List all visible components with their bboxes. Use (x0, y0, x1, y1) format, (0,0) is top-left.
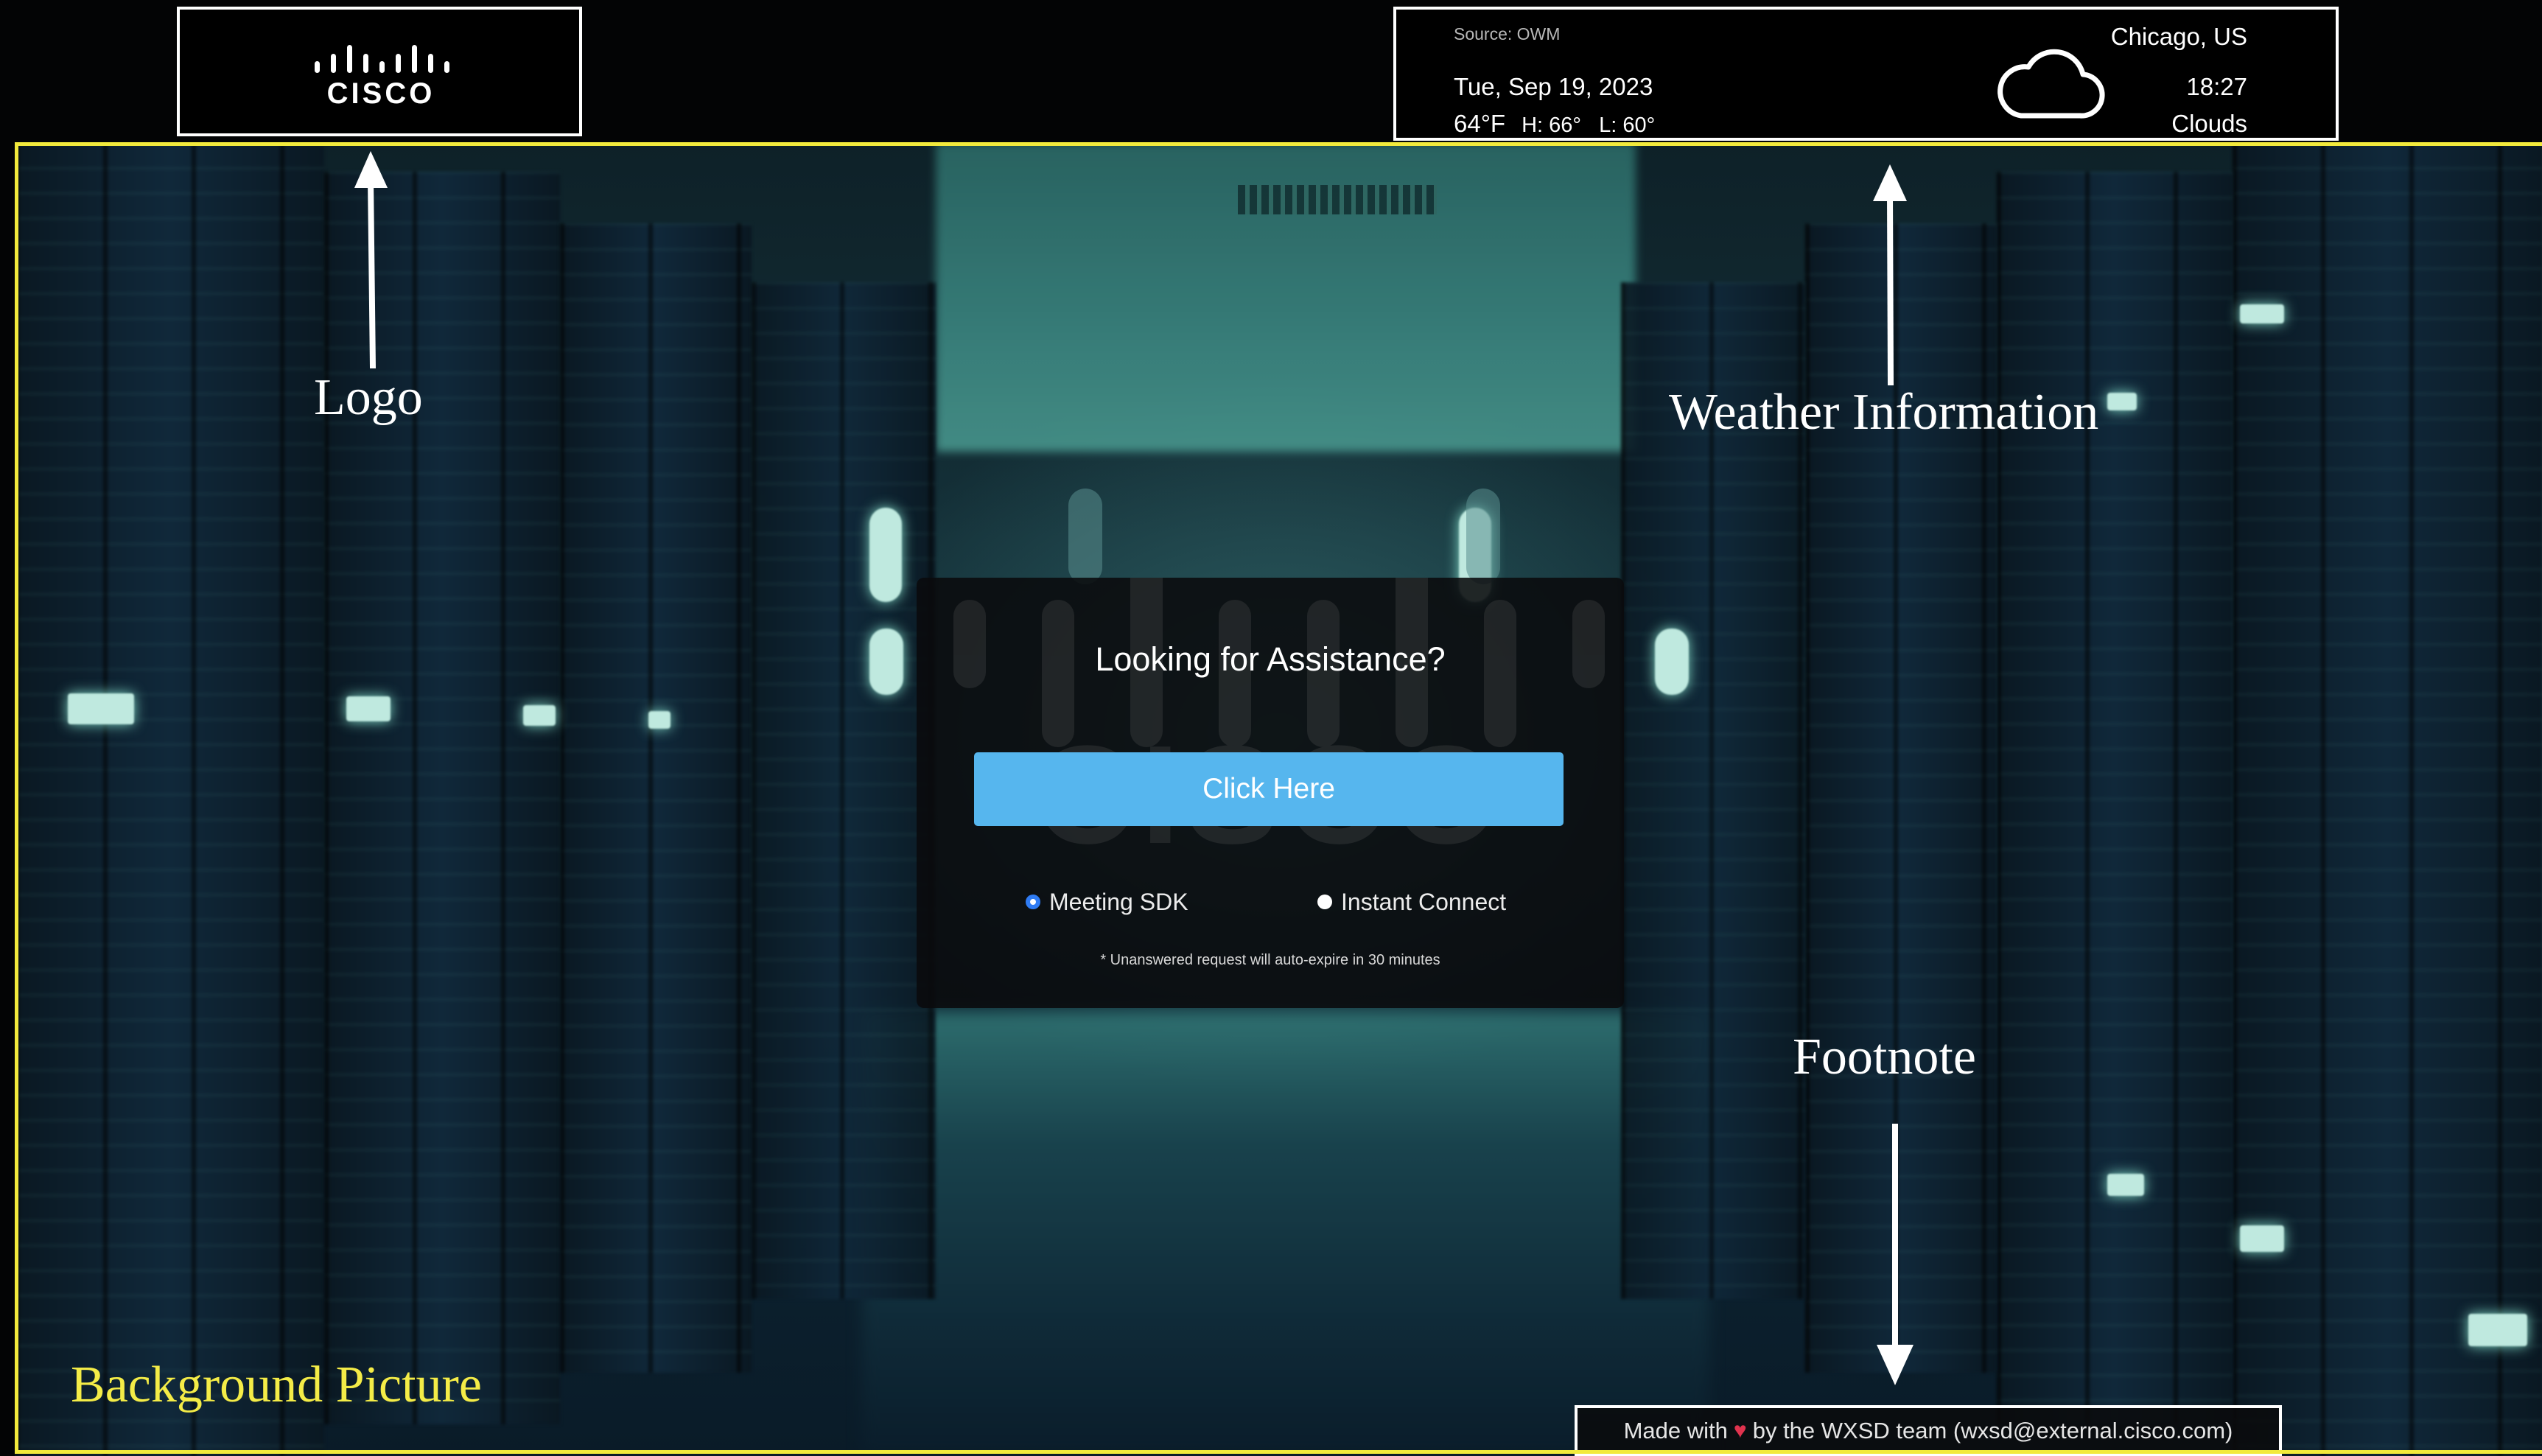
weather-temperature: 64°F (1454, 110, 1506, 137)
server-led (2240, 1225, 2284, 1252)
weather-location: Chicago, US (2110, 23, 2247, 50)
click-here-button[interactable]: Click Here (974, 752, 1564, 826)
meeting-sdk-label: Meeting SDK (1049, 888, 1188, 915)
auto-expire-note: * Unanswered request will auto-expire in… (1100, 952, 1440, 968)
server-rack-left (560, 223, 752, 1373)
logo-box: CISCO (177, 7, 582, 136)
annotation-weather: Weather Information (1669, 384, 2099, 441)
heart-icon: ♥ (1733, 1418, 1747, 1443)
server-led (523, 705, 556, 726)
weather-widget: Source: OWM Tue, Sep 19, 2023 64°F H: 66°… (1393, 7, 2339, 141)
weather-temperature-row: 64°F H: 66° L: 60° (1454, 110, 1655, 138)
server-led (2107, 1174, 2144, 1196)
footnote: Made with ♥ by the WXSD team (wxsd@exter… (1575, 1405, 2282, 1456)
server-rack-left (15, 142, 324, 1456)
instant-connect-radio[interactable] (1317, 895, 1332, 909)
server-led (2468, 1314, 2527, 1346)
footnote-credit: by the WXSD team (wxsd@external.cisco.co… (1752, 1417, 2233, 1443)
weather-date: Tue, Sep 19, 2023 (1454, 73, 1653, 100)
instant-connect-label: Instant Connect (1341, 888, 1507, 915)
footnote-prefix: Made with (1623, 1417, 1728, 1443)
server-led (346, 696, 391, 721)
meeting-sdk-radio[interactable] (1026, 895, 1040, 909)
server-rack-right (1997, 172, 2233, 1424)
meeting-sdk-option[interactable]: Meeting SDK (1026, 886, 1188, 918)
server-led (869, 508, 902, 602)
arrow-up-icon (1873, 164, 1907, 385)
kiosk-screen: CISCO Source: OWM Tue, Sep 19, 2023 64°F… (0, 0, 2542, 1456)
dialog-title: Looking for Assistance? (1095, 640, 1446, 678)
assistance-dialog: CISCO Looking for Assistance? Click Here… (917, 578, 1624, 1008)
server-led (2107, 393, 2137, 410)
server-led (2240, 304, 2284, 323)
cisco-bars-icon: CISCO (315, 45, 449, 108)
annotation-logo: Logo (314, 369, 423, 426)
arrow-down-icon (1877, 1124, 1913, 1385)
ceiling-vent (1238, 185, 1437, 214)
arrow-up-icon (354, 151, 388, 369)
annotation-background: Background Picture (71, 1357, 482, 1413)
instant-connect-option[interactable]: Instant Connect (1317, 886, 1506, 918)
server-led (68, 693, 134, 724)
weather-time: 18:27 (2186, 73, 2247, 100)
weather-source: Source: OWM (1454, 24, 1561, 43)
annotation-footnote: Footnote (1793, 1029, 1976, 1085)
cloud-icon (1997, 49, 2105, 119)
server-rack-right (2233, 142, 2542, 1456)
floor-reflection (862, 1012, 1709, 1456)
weather-high-low: H: 66° L: 60° (1522, 113, 1656, 137)
brand-name: CISCO (327, 77, 435, 108)
server-led (648, 711, 670, 729)
weather-condition: Clouds (2171, 110, 2247, 137)
